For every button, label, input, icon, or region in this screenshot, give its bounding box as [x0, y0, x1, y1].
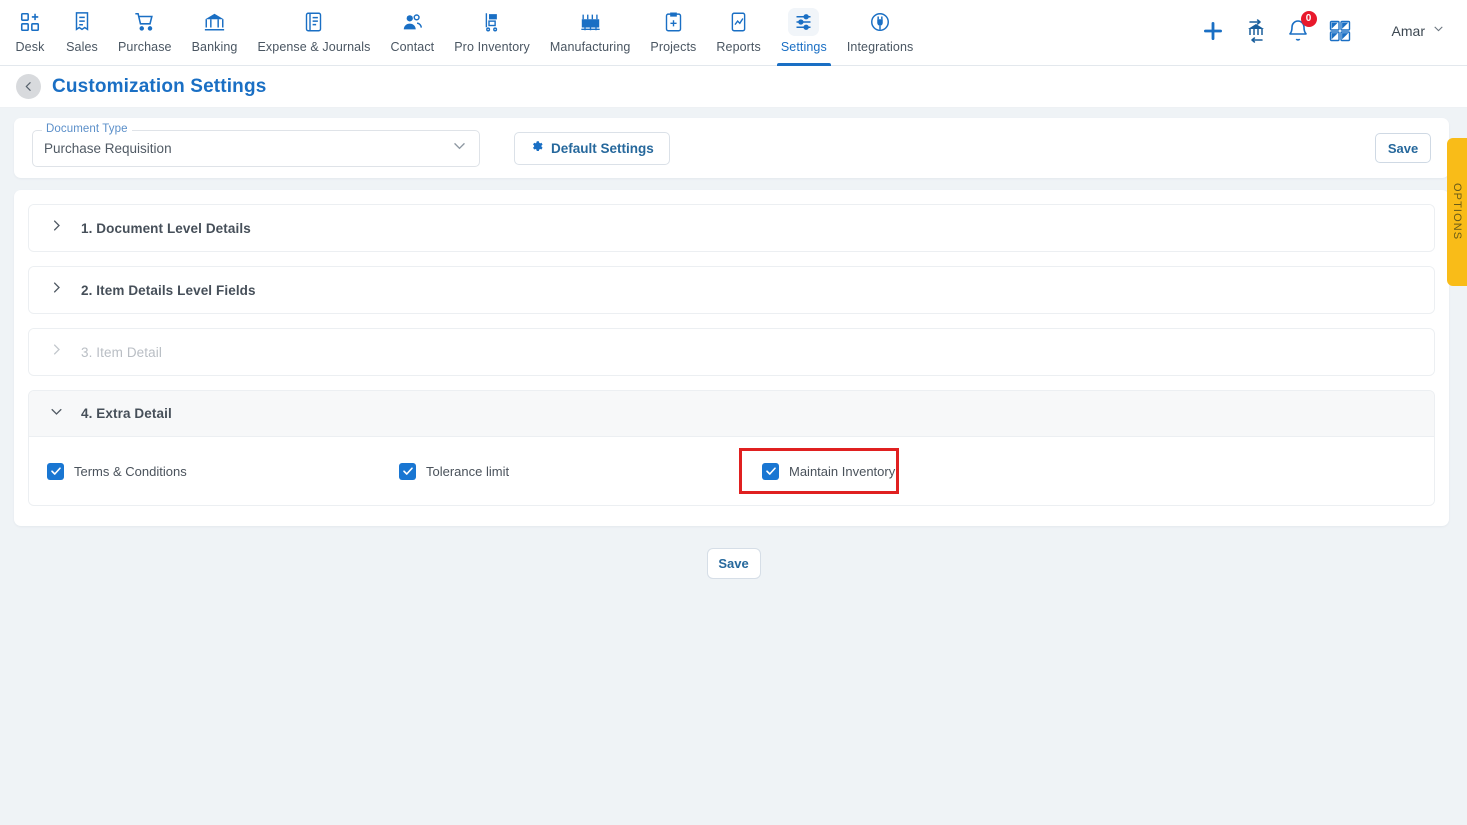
chevron-down-icon	[451, 137, 468, 159]
desk-icon	[14, 8, 46, 36]
back-button[interactable]	[16, 74, 41, 99]
nav-actions-container: 0 Amar	[1200, 0, 1467, 62]
nav-label: Desk	[15, 40, 45, 54]
default-settings-label: Default Settings	[551, 140, 654, 156]
checkbox-checked-icon[interactable]	[47, 462, 64, 480]
options-tab-label: OPTIONS	[1451, 183, 1463, 241]
accordion-header: 3. Item Detail	[29, 329, 1434, 375]
nav-item-contact[interactable]: Contact	[380, 0, 444, 66]
purchase-cart-icon	[128, 8, 161, 36]
nav-label: Expense & Journals	[257, 40, 371, 54]
nav-label: Manufacturing	[549, 40, 631, 54]
journal-icon	[298, 8, 329, 36]
clipboard-icon	[658, 8, 689, 36]
factory-icon	[574, 8, 607, 36]
nav-item-manufacturing[interactable]: Manufacturing	[540, 0, 641, 66]
chevron-down-icon	[49, 404, 64, 424]
active-tab-indicator	[776, 63, 831, 66]
nav-item-pro-inventory[interactable]: Pro Inventory	[444, 0, 540, 66]
accordion-title: 3. Item Detail	[81, 344, 162, 360]
page-title: Customization Settings	[52, 75, 267, 97]
plug-icon	[864, 8, 896, 36]
nav-item-projects[interactable]: Projects	[640, 0, 706, 66]
checkbox-terms-and-conditions[interactable]: Terms & Conditions	[29, 459, 381, 483]
nav-items-container: Desk Sales Purchase Banking Expense & Jo…	[0, 0, 923, 66]
accordion-header[interactable]: 1. Document Level Details	[29, 205, 1434, 251]
footer-actions: Save	[0, 548, 1467, 579]
save-button-bottom[interactable]: Save	[706, 548, 761, 579]
settings-toolbar: Document Type Purchase Requisition Defau…	[14, 118, 1449, 178]
sliders-icon	[788, 8, 820, 36]
grid-apps-icon[interactable]	[1328, 19, 1352, 43]
nav-label: Settings	[780, 40, 827, 54]
chevron-right-icon	[49, 342, 64, 362]
options-side-tab[interactable]: OPTIONS	[1447, 138, 1467, 286]
nav-label: Projects	[650, 40, 697, 54]
save-button-top[interactable]: Save	[1375, 133, 1431, 163]
user-menu[interactable]: Amar	[1392, 22, 1445, 40]
accordion-extra-detail: 4. Extra Detail Terms & Conditions Toler…	[28, 390, 1435, 506]
accordion-item-details-level-fields: 2. Item Details Level Fields	[28, 266, 1435, 314]
page-header: Customization Settings	[0, 66, 1467, 108]
checkbox-label: Terms & Conditions	[74, 463, 187, 479]
report-chart-icon	[723, 8, 754, 36]
checkbox-checked-icon[interactable]	[399, 462, 416, 480]
document-type-label: Document Type	[42, 122, 132, 135]
default-settings-button[interactable]: Default Settings	[514, 131, 670, 165]
accordion-item-detail: 3. Item Detail	[28, 328, 1435, 376]
nav-item-banking[interactable]: Banking	[182, 0, 248, 66]
nav-label: Integrations	[846, 40, 914, 54]
bank-icon	[198, 8, 231, 36]
nav-item-integrations[interactable]: Integrations	[837, 0, 924, 66]
top-navigation-bar: Desk Sales Purchase Banking Expense & Jo…	[0, 0, 1467, 66]
nav-item-settings[interactable]: Settings	[771, 0, 837, 66]
accordion-document-level-details: 1. Document Level Details	[28, 204, 1435, 252]
nav-item-expense-journals[interactable]: Expense & Journals	[247, 0, 380, 66]
gear-icon	[530, 139, 543, 157]
inventory-cart-icon	[477, 8, 508, 36]
sales-icon	[66, 8, 98, 36]
accordion-header[interactable]: 4. Extra Detail	[29, 391, 1434, 437]
bell-icon[interactable]: 0	[1286, 11, 1317, 43]
nav-label: Contact	[390, 40, 435, 54]
nav-item-desk[interactable]: Desk	[4, 0, 56, 66]
checkbox-label: Maintain Inventory	[789, 463, 896, 479]
accordion-title: 2. Item Details Level Fields	[81, 282, 256, 298]
bank-transfer-icon[interactable]	[1244, 19, 1268, 43]
plus-icon[interactable]	[1200, 18, 1226, 44]
nav-label: Pro Inventory	[454, 40, 530, 54]
checkbox-checked-icon[interactable]	[762, 462, 779, 480]
accordion-title: 4. Extra Detail	[81, 406, 172, 421]
notification-badge: 0	[1300, 11, 1317, 27]
nav-label: Purchase	[118, 40, 172, 54]
checkbox-maintain-inventory[interactable]: Maintain Inventory	[739, 448, 899, 494]
nav-label: Banking	[191, 40, 238, 54]
document-type-value: Purchase Requisition	[44, 140, 172, 156]
checkbox-label: Tolerance limit	[426, 463, 510, 479]
settings-sections-card: 1. Document Level Details 2. Item Detail…	[14, 190, 1449, 526]
contact-people-icon	[396, 8, 429, 36]
chevron-right-icon	[49, 218, 64, 238]
nav-label: Reports	[716, 40, 761, 54]
user-name: Amar	[1391, 23, 1425, 39]
accordion-body: Terms & Conditions Tolerance limit Maint…	[29, 437, 1434, 505]
checkbox-tolerance-limit[interactable]: Tolerance limit	[381, 459, 733, 483]
nav-item-sales[interactable]: Sales	[56, 0, 108, 66]
nav-item-reports[interactable]: Reports	[706, 0, 770, 66]
chevron-down-icon	[1432, 22, 1445, 40]
chevron-right-icon	[49, 280, 64, 300]
nav-item-purchase[interactable]: Purchase	[108, 0, 182, 66]
accordion-title: 1. Document Level Details	[81, 220, 251, 236]
accordion-header[interactable]: 2. Item Details Level Fields	[29, 267, 1434, 313]
nav-label: Sales	[66, 40, 98, 54]
document-type-select[interactable]: Document Type Purchase Requisition	[32, 122, 480, 167]
